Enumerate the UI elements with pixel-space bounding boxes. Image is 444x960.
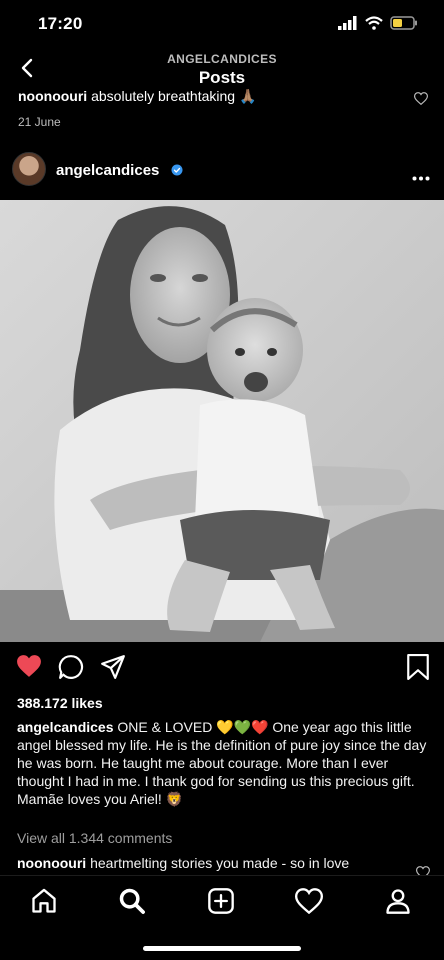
post-photo[interactable]	[0, 200, 444, 642]
heart-filled-icon	[17, 655, 41, 677]
tab-search[interactable]	[117, 886, 147, 916]
comment-text: absolutely breathtaking 🙏🏽	[91, 88, 257, 104]
comment-username[interactable]: noonoouri	[18, 88, 87, 104]
activity-heart-icon	[295, 888, 323, 914]
tab-profile[interactable]	[383, 886, 413, 916]
post-caption: angelcandices ONE & LOVED 💛💚❤️ One year …	[17, 718, 427, 808]
profile-icon	[386, 889, 410, 914]
status-icons	[338, 16, 418, 30]
heart-outline-icon	[413, 92, 429, 106]
more-horizontal-icon	[412, 176, 430, 181]
nav-header: ANGELCANDICES Posts	[0, 46, 444, 92]
home-icon	[32, 888, 56, 913]
status-time: 17:20	[38, 14, 83, 33]
signal-icon	[338, 16, 357, 30]
comment-text: heartmelting stories you made - so in lo…	[90, 855, 350, 871]
verified-badge-icon	[171, 164, 183, 176]
post-image	[0, 200, 444, 642]
view-all-comments-link[interactable]: View all 1.344 comments	[17, 830, 172, 846]
comment-like-button[interactable]	[413, 92, 429, 110]
more-options-button[interactable]	[412, 168, 430, 186]
caption-username[interactable]: angelcandices	[17, 719, 114, 735]
comment-icon	[58, 655, 84, 679]
previous-comment: noonoouri absolutely breathtaking 🙏🏽	[18, 88, 438, 110]
comment-date: 21 June	[18, 115, 61, 129]
bookmark-icon	[407, 654, 429, 680]
search-icon	[119, 888, 145, 914]
battery-icon	[390, 16, 417, 30]
post-username[interactable]: angelcandices	[56, 162, 159, 179]
wifi-icon	[365, 16, 383, 30]
share-button[interactable]	[100, 654, 126, 685]
nav-title-block: ANGELCANDICES Posts	[0, 52, 444, 88]
comment-username[interactable]: noonoouri	[17, 855, 86, 871]
page-title: Posts	[198, 68, 246, 87]
account-name: ANGELCANDICES	[167, 52, 277, 66]
status-bar: 17:20	[0, 0, 444, 48]
comment-preview: noonoouri heartmelting stories you made …	[17, 855, 417, 875]
avatar[interactable]	[12, 152, 46, 186]
send-icon	[101, 655, 125, 679]
home-indicator[interactable]	[143, 946, 301, 951]
comment-button[interactable]	[58, 654, 84, 685]
tab-new-post[interactable]	[206, 886, 236, 916]
add-post-icon	[208, 888, 234, 914]
save-button[interactable]	[406, 654, 430, 685]
tab-home[interactable]	[29, 886, 59, 916]
tab-activity[interactable]	[294, 886, 324, 916]
post-actions	[0, 654, 444, 686]
likes-count[interactable]: 388.172 likes	[17, 695, 103, 711]
post-header: angelcandices	[0, 150, 444, 194]
like-button[interactable]	[16, 654, 42, 683]
